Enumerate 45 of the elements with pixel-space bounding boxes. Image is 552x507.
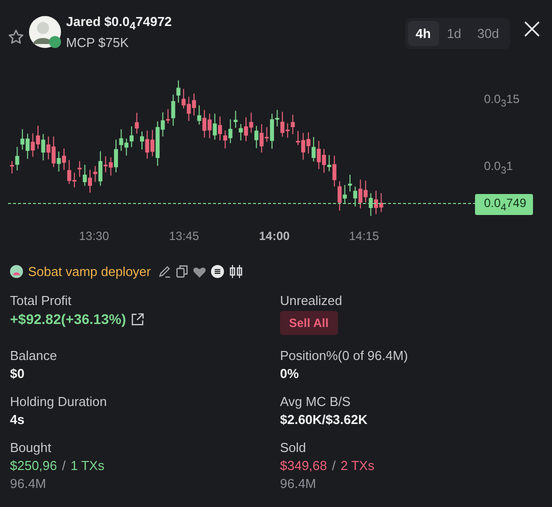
stat-value: +$92.82(+36.13%) — [10, 311, 126, 327]
stat-label: Sold — [280, 440, 308, 455]
trade-volume: 96.4M — [280, 476, 318, 491]
sell-all-button[interactable]: Sell All — [280, 311, 338, 335]
trade-amount: $349,68 — [280, 458, 327, 473]
heart-icon[interactable] — [192, 266, 206, 278]
stat-label: Balance — [10, 348, 58, 363]
trade-volume: 96.4M — [10, 476, 48, 491]
timeframe-tab[interactable]: 30d — [469, 20, 507, 46]
avatar-icon — [10, 265, 23, 278]
axis-label: 13:30 — [79, 229, 110, 243]
timeframe-tab[interactable]: 1d — [438, 20, 470, 46]
coin-icon — [210, 265, 224, 278]
stat-value: $2.60K/$3.62K — [280, 412, 368, 427]
tx-count: 2 TXs — [340, 458, 374, 473]
axis-label: 14:00 — [259, 229, 291, 243]
stat-value: 0% — [280, 366, 300, 381]
axis-label: 0.0$_{3}$15 — [484, 92, 520, 110]
stat-label: Avg MC B/S — [280, 394, 352, 409]
axis-label: 13:45 — [169, 229, 200, 243]
token-title: Jared $0.0$_{4}$74972 — [66, 14, 173, 33]
stat-label: Bought — [10, 440, 52, 455]
separator: / — [62, 458, 66, 473]
stat-label: Unrealized — [280, 293, 344, 308]
stat-label: Total Profit — [10, 293, 72, 308]
star-icon[interactable] — [8, 29, 24, 45]
stat-value: 4s — [10, 412, 26, 427]
stat-label: Holding Duration — [10, 394, 108, 409]
candles-icon[interactable] — [228, 265, 243, 278]
trade-amount: $250,96 — [10, 458, 57, 473]
tx-count: 1 TXs — [70, 458, 104, 473]
axis-label: 14:15 — [349, 229, 380, 243]
pencil-icon[interactable] — [158, 265, 171, 278]
close-icon[interactable] — [524, 21, 540, 37]
stat-value: $0 — [10, 366, 26, 381]
deployer-name[interactable]: Sobat vamp deployer — [28, 264, 151, 279]
external-link-icon[interactable] — [130, 312, 144, 326]
market-cap: MCP $75K — [66, 34, 130, 50]
avatar-icon — [28, 15, 62, 49]
price-tag: 0.0$_{4}$749 — [475, 194, 534, 216]
timeframe-tab[interactable]: 4h — [408, 20, 439, 46]
stat-label: Position%(0 of 96.4M) — [280, 348, 409, 363]
separator: / — [332, 458, 336, 473]
copy-icon[interactable] — [176, 265, 188, 278]
axis-label: 0.0$_{3}$1 — [484, 159, 513, 176]
